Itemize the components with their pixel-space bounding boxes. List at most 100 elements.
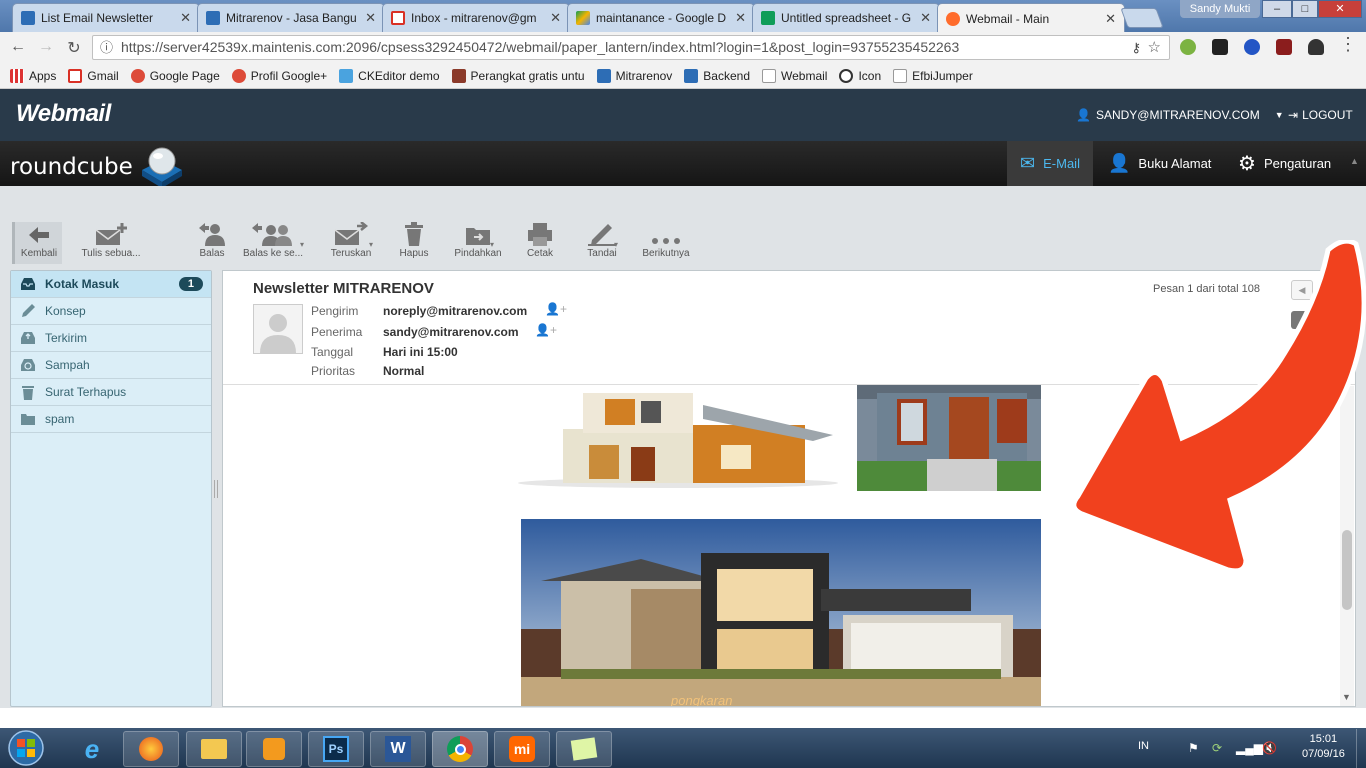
volume-muted-icon[interactable]: 🔇 (1262, 741, 1277, 755)
close-tab-icon[interactable]: ✕ (1105, 11, 1116, 27)
dropdown-arrow-icon[interactable]: ▾ (300, 240, 304, 249)
close-window-button[interactable]: ✕ (1318, 0, 1362, 18)
more-button[interactable]: Berikutnya (636, 220, 696, 259)
flag-icon[interactable]: ⚑ (1188, 741, 1199, 755)
show-desktop-button[interactable] (1356, 729, 1366, 768)
extension-icon[interactable] (1308, 39, 1324, 55)
menu-icon[interactable]: ⋮ (1338, 34, 1358, 55)
move-button[interactable]: Pindahkan (450, 220, 506, 259)
tab-title: List Email Newsletter (41, 11, 154, 25)
shield-icon[interactable] (1276, 39, 1292, 55)
logout-button[interactable]: ⇥ LOGOUT (1288, 89, 1353, 141)
mi-taskbar-icon[interactable]: mi (494, 731, 550, 767)
folder-sent[interactable]: Terkirim (11, 325, 211, 352)
media-player-taskbar-icon[interactable] (246, 731, 302, 767)
close-tab-icon[interactable]: ✕ (180, 10, 191, 26)
minimize-button[interactable]: – (1262, 0, 1292, 18)
close-tab-icon[interactable]: ✕ (550, 10, 561, 26)
bookmark-icon[interactable]: Icon (839, 68, 881, 83)
close-tab-icon[interactable]: ✕ (920, 10, 931, 26)
print-button[interactable]: Cetak (522, 220, 558, 259)
sticky-notes-taskbar-icon[interactable] (556, 731, 612, 767)
browser-tab[interactable]: maintanance - Google D ✕ (567, 3, 755, 32)
compose-button[interactable]: Tulis sebua... (76, 220, 146, 259)
star-bookmark-icon[interactable]: ☆ (1148, 36, 1161, 59)
nav-email[interactable]: ✉ E-Mail (1007, 141, 1093, 186)
splitter-handle[interactable] (214, 480, 218, 498)
new-tab-button[interactable] (1120, 8, 1164, 28)
browser-tab[interactable]: List Email Newsletter ✕ (12, 3, 200, 32)
bookmark-profil-google[interactable]: Profil Google+ (231, 68, 327, 83)
user-menu[interactable]: 👤 SANDY@MITRARENOV.COM ▼ (1076, 89, 1284, 141)
back-arrow-icon[interactable]: ← (8, 38, 28, 56)
image-watermark: pongkaran (670, 693, 732, 707)
ckeditor-icon (339, 68, 354, 83)
scroll-down-icon[interactable]: ▼ (1342, 692, 1351, 702)
maximize-button[interactable]: □ (1292, 0, 1318, 18)
mitrarenov-icon (596, 68, 611, 83)
extension-icon[interactable] (1244, 39, 1260, 55)
bookmark-google-page[interactable]: Google Page (130, 68, 220, 83)
to-address[interactable]: sandy@mitrarenov.com (383, 325, 519, 339)
folder-spam[interactable]: spam (11, 406, 211, 433)
folder-deleted[interactable]: Surat Terhapus (11, 379, 211, 406)
avatar-placeholder-icon (260, 314, 296, 353)
user-email: SANDY@MITRARENOV.COM (1095, 108, 1260, 122)
signal-icon[interactable]: ▂▄▆ (1236, 741, 1263, 755)
windows-start-icon[interactable] (6, 729, 46, 767)
close-tab-icon[interactable]: ✕ (735, 10, 746, 26)
photoshop-taskbar-icon[interactable]: Ps (308, 731, 364, 767)
bookmark-perangkat[interactable]: Perangkat gratis untu (451, 68, 585, 83)
reply-button[interactable]: Balas (190, 220, 234, 259)
firefox-taskbar-icon[interactable] (123, 731, 179, 767)
bookmark-mitrarenov[interactable]: Mitrarenov (596, 68, 672, 83)
browser-tab[interactable]: Inbox - mitrarenov@gm ✕ (382, 3, 570, 32)
browser-tab[interactable]: Mitrarenov - Jasa Bangu ✕ (197, 3, 385, 32)
from-address[interactable]: noreply@mitrarenov.com (383, 304, 527, 318)
url-input[interactable]: ⓘ https://server42539x.maintenis.com:209… (92, 35, 1170, 60)
priority-label: Prioritas (311, 364, 356, 378)
logout-icon: ⇥ (1288, 108, 1299, 122)
add-contact-icon[interactable]: 👤+ (535, 323, 557, 337)
bookmark-backend[interactable]: Backend (684, 68, 750, 83)
collapse-icon[interactable]: ▲ (1350, 156, 1359, 166)
reply-all-button[interactable]: Balas ke se... (242, 220, 304, 259)
info-icon[interactable]: ⓘ (100, 36, 113, 59)
browser-tab[interactable]: Untitled spreadsheet - G ✕ (752, 3, 940, 32)
back-button[interactable]: Kembali (12, 220, 66, 259)
bookmark-ckeditor[interactable]: CKEditor demo (339, 68, 440, 83)
date-value: Hari ini 15:00 (383, 345, 458, 359)
extension-icon[interactable] (1180, 39, 1196, 55)
mitrarenov-icon (684, 68, 699, 83)
nav-settings[interactable]: ⚙ Pengaturan (1238, 141, 1331, 186)
ie-taskbar-icon[interactable]: e (72, 731, 112, 767)
folder-trash[interactable]: Sampah (11, 352, 211, 379)
close-tab-icon[interactable]: ✕ (365, 10, 376, 26)
add-contact-icon[interactable]: 👤+ (545, 302, 567, 316)
dropdown-arrow-icon[interactable]: ▾ (490, 240, 494, 249)
sync-icon[interactable]: ⟳ (1212, 741, 1222, 755)
extension-icon[interactable] (1212, 39, 1228, 55)
forward-arrow-icon[interactable]: → (36, 38, 56, 56)
dropdown-arrow-icon[interactable]: ▾ (614, 240, 618, 249)
trash-icon (19, 384, 37, 400)
reload-icon[interactable]: ↻ (64, 38, 84, 58)
dropdown-arrow-icon[interactable]: ▾ (369, 240, 373, 249)
delete-button[interactable]: Hapus (396, 220, 432, 259)
bookmark-webmail[interactable]: Webmail (762, 68, 827, 83)
gmail-icon (68, 68, 83, 83)
folder-drafts[interactable]: Konsep (11, 298, 211, 325)
bookmark-apps[interactable]: Apps (10, 68, 56, 83)
bookmark-gmail[interactable]: Gmail (68, 68, 119, 83)
chrome-taskbar-icon[interactable] (432, 731, 488, 767)
word-taskbar-icon[interactable]: W (370, 731, 426, 767)
folder-inbox[interactable]: Kotak Masuk 1 (11, 271, 211, 298)
nav-contacts[interactable]: 👤 Buku Alamat (1108, 141, 1211, 186)
browser-tab-active[interactable]: Webmail - Main ✕ (937, 3, 1125, 33)
explorer-taskbar-icon[interactable] (186, 731, 242, 767)
chevron-down-icon: ▼ (1274, 110, 1284, 120)
key-icon[interactable]: ⚷ (1131, 36, 1141, 59)
clock[interactable]: 15:01 07/09/16 (1302, 733, 1345, 760)
bookmark-efbijumper[interactable]: EfbiJumper (893, 68, 973, 83)
language-indicator[interactable]: IN (1138, 740, 1149, 752)
